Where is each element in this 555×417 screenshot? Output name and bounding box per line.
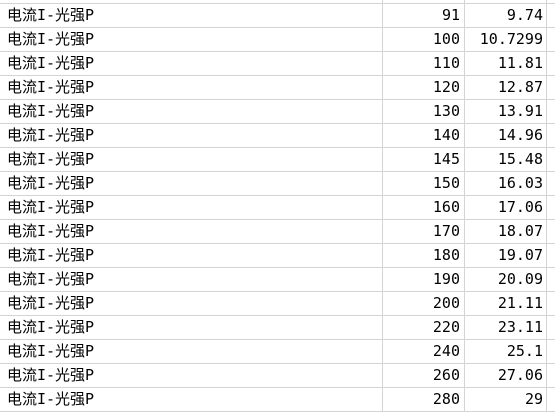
table-cell-power[interactable]: 100 (383, 28, 465, 51)
table-cell-current[interactable]: 29 (465, 388, 547, 411)
table-cell-label[interactable]: 电流I-光强P (0, 244, 383, 267)
table-cell-label[interactable]: 电流I-光强P (0, 148, 383, 171)
table-cell-label[interactable]: 电流I-光强P (0, 172, 383, 195)
table-cell-power[interactable]: 140 (383, 124, 465, 147)
table-cell-label[interactable]: 电流I-光强P (0, 196, 383, 219)
table-cell-label[interactable]: 电流I-光强P (0, 220, 383, 243)
table-cell-current[interactable]: 16.03 (465, 172, 547, 195)
table-cell-current[interactable]: 10.7299 (465, 28, 547, 51)
table-row: 电流I-光强P 220 23.11 (0, 316, 555, 340)
table-row: 电流I-光强P 160 17.06 (0, 196, 555, 220)
table-cell-power[interactable]: 280 (383, 388, 465, 411)
table-cell-current[interactable]: 9.74 (465, 4, 547, 27)
table-cell-current[interactable]: 21.11 (465, 292, 547, 315)
table-cell-power[interactable]: 200 (383, 292, 465, 315)
table-cell-label[interactable]: 电流I-光强P (0, 124, 383, 147)
table-row: 电流I-光强P 130 13.91 (0, 100, 555, 124)
table-cell-current[interactable]: 11.81 (465, 52, 547, 75)
table-cell-current[interactable]: 27.06 (465, 364, 547, 387)
table-row: 电流I-光强P 240 25.1 (0, 340, 555, 364)
table-row: 电流I-光强P 91 9.74 (0, 4, 555, 28)
table-cell-label[interactable]: 电流I-光强P (0, 4, 383, 27)
table-cell-current[interactable]: 25.1 (465, 340, 547, 363)
table-cell-power[interactable]: 240 (383, 340, 465, 363)
table-cell-power[interactable]: 260 (383, 364, 465, 387)
table-cell-label[interactable]: 电流I-光强P (0, 100, 383, 123)
table-row: 电流I-光强P 140 14.96 (0, 124, 555, 148)
table-cell-value[interactable] (465, 0, 547, 3)
spreadsheet-grid: …… 电流I-光强P919.74电流I-光强P10010.7299电流I-光强P… (0, 0, 555, 412)
table-cell-value[interactable] (383, 0, 465, 3)
table-row: 电流I-光强P 260 27.06 (0, 364, 555, 388)
table-row: 电流I-光强P 170 18.07 (0, 220, 555, 244)
table-cell-label[interactable]: 电流I-光强P (0, 388, 383, 411)
table-cell-label[interactable]: 电流I-光强P (0, 76, 383, 99)
table-cell-label[interactable]: 电流I-光强P (0, 340, 383, 363)
table-cell-current[interactable]: 15.48 (465, 148, 547, 171)
table-cell-power[interactable]: 190 (383, 268, 465, 291)
table-row: 电流I-光强P 280 29 (0, 388, 555, 412)
table-cell-power[interactable]: 180 (383, 244, 465, 267)
table-row: 电流I-光强P 190 20.09 (0, 268, 555, 292)
table-cell-current[interactable]: 13.91 (465, 100, 547, 123)
table-cell-current[interactable]: 17.06 (465, 196, 547, 219)
table-row: 电流I-光强P 100 10.7299 (0, 28, 555, 52)
table-row: 电流I-光强P 120 12.87 (0, 76, 555, 100)
table-cell-label[interactable]: …… (0, 0, 383, 3)
table-cell-label[interactable]: 电流I-光强P (0, 292, 383, 315)
table-cell-power[interactable]: 150 (383, 172, 465, 195)
table-cell-power[interactable]: 160 (383, 196, 465, 219)
table-cell-power[interactable]: 170 (383, 220, 465, 243)
table-row: 电流I-光强P 110 11.81 (0, 52, 555, 76)
table-cell-current[interactable]: 18.07 (465, 220, 547, 243)
table-cell-current[interactable]: 12.87 (465, 76, 547, 99)
table-cell-current[interactable]: 14.96 (465, 124, 547, 147)
table-cell-current[interactable]: 23.11 (465, 316, 547, 339)
table-cell-power[interactable]: 130 (383, 100, 465, 123)
table-row: 电流I-光强P 145 15.48 (0, 148, 555, 172)
table-cell-label[interactable]: 电流I-光强P (0, 364, 383, 387)
table-cell-power[interactable]: 110 (383, 52, 465, 75)
table-row: 电流I-光强P 200 21.11 (0, 292, 555, 316)
table-cell-label[interactable]: 电流I-光强P (0, 268, 383, 291)
table-cell-label[interactable]: 电流I-光强P (0, 316, 383, 339)
table-cell-current[interactable]: 20.09 (465, 268, 547, 291)
table-cell-label[interactable]: 电流I-光强P (0, 28, 383, 51)
table-cell-power[interactable]: 220 (383, 316, 465, 339)
table-cell-current[interactable]: 19.07 (465, 244, 547, 267)
table-cell-power[interactable]: 120 (383, 76, 465, 99)
table-row: 电流I-光强P 180 19.07 (0, 244, 555, 268)
table-cell-power[interactable]: 91 (383, 4, 465, 27)
table-body: 电流I-光强P 91 9.74 电流I-光强P 100 10.7299 电流I-光强P 110… (0, 4, 555, 412)
table-cell-power[interactable]: 145 (383, 148, 465, 171)
table-cell-label[interactable]: 电流I-光强P (0, 52, 383, 75)
table-row: 电流I-光强P 150 16.03 (0, 172, 555, 196)
